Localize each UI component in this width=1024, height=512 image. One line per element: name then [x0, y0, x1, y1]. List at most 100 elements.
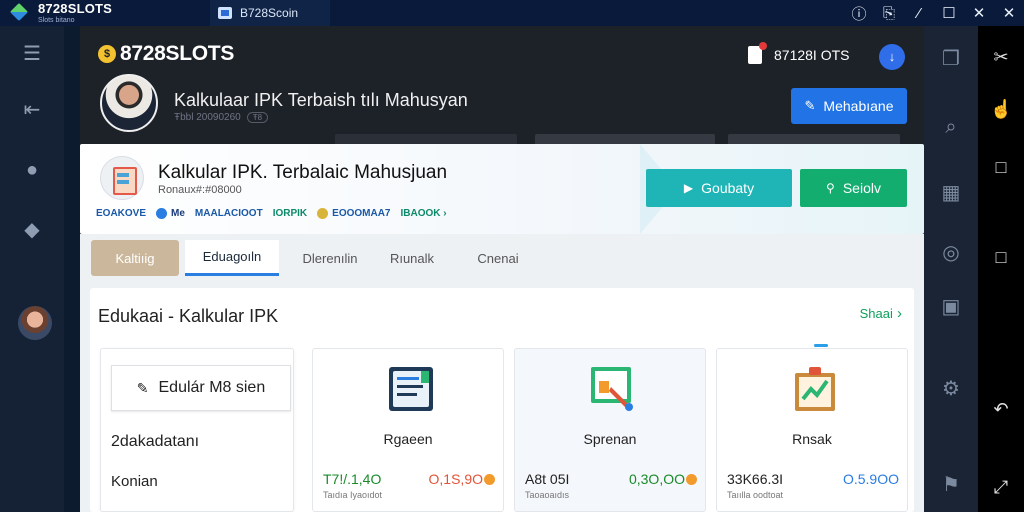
user-icon[interactable]: ● — [20, 158, 44, 182]
coin-dot-icon — [317, 208, 329, 219]
stat-card[interactable]: Sprenan A8t 05I 0,3O,OO Taoaoaıdıs — [514, 348, 706, 512]
card-value-right: O,1S,9O — [429, 471, 495, 487]
gift-icon[interactable]: ▣ — [938, 294, 964, 320]
badge-item[interactable]: IORPIK — [273, 208, 307, 219]
banner-subtitle: Ronaux#:#08000 — [158, 184, 242, 196]
search-button[interactable]: ⚲ Seiolv — [800, 169, 907, 207]
window-titlebar: 8728SLOTS Slots bitano B728Scoin ⓘ ⎘ ⁄ ☐… — [0, 0, 1024, 26]
sidebar-avatar[interactable] — [18, 306, 52, 340]
back-arrow-icon[interactable]: ↶ — [990, 398, 1012, 420]
left-panel-item[interactable]: Konian — [111, 473, 158, 490]
header-action-label: Mehabıane — [823, 98, 894, 114]
screenshot-icon[interactable]: ⎘ — [874, 5, 904, 22]
card-note: Taoaoaıdıs — [525, 490, 570, 500]
pen-icon[interactable]: ⁄ — [904, 5, 934, 22]
app-brand-name: 8728SLOTS — [120, 42, 235, 65]
card-value-left: A8t 05I — [525, 471, 570, 487]
badge-label: IORPIK — [272, 208, 308, 219]
search-person-icon[interactable]: ⌕ — [938, 114, 964, 140]
window-tab[interactable]: B728Scoin — [210, 0, 330, 26]
window-brand-name: 8728SLOTS — [38, 1, 113, 16]
education-section: Edukaai - Kalkular IPK Shaai ✎ Edulár M8… — [90, 288, 914, 512]
card-value-right: O.5.9OO — [842, 471, 899, 487]
page-banner: Kalkular IPK. Terbalaic Mahusjuan Ronaux… — [80, 144, 924, 234]
card-note: Taıılla oodtoat — [727, 490, 784, 500]
primary-action-label: Goubaty — [701, 180, 755, 196]
badge-label: MAALACIOOT — [194, 208, 263, 219]
left-sidebar: ☰ ⇤ ● ◆ — [0, 26, 64, 512]
window-brand-sub: Slots bitano — [38, 17, 75, 24]
profile-pill: Ŧ8 — [246, 112, 269, 123]
card-value-right-text: O,1S,9O — [428, 471, 483, 487]
app-brand[interactable]: $ 8728SLOTS — [98, 42, 234, 66]
banner-badges: EOAKOVE Me MAALACIOOT IORPIK EOOOMAA7 IB… — [96, 208, 457, 219]
info-icon[interactable]: ⓘ — [844, 3, 874, 24]
badge-item[interactable]: MAALACIOOT — [195, 208, 263, 219]
coin-icon: $ — [98, 45, 116, 63]
app-header: $ 8728SLOTS Kalkulaar IPK Terbaish tılı … — [80, 26, 924, 146]
header-action-button[interactable]: ✎ Mehabıane — [791, 88, 907, 124]
play-icon: ▶ — [683, 181, 694, 195]
card-value-right-text: 0,3O,OO — [628, 471, 685, 487]
badge-item[interactable]: EOAKOVE — [96, 208, 146, 219]
close-app-icon[interactable]: ✕ — [994, 4, 1024, 22]
card-name: Rgaeen — [383, 431, 433, 447]
touch-icon[interactable]: ☝ — [990, 98, 1012, 120]
card-name: Rnsak — [792, 431, 832, 447]
window-controls: ⓘ ⎘ ⁄ ☐ ✕ ✕ — [844, 0, 1024, 26]
notification-text: 87128I OTS — [774, 47, 850, 63]
main-content: Edukaai - Kalkular IPK Shaai ✎ Edulár M8… — [80, 280, 924, 512]
settings-icon[interactable]: ⚙ — [938, 376, 964, 402]
timer-icon[interactable]: ◎ — [938, 240, 964, 266]
tab-lainnya[interactable]: Cnenai — [465, 240, 531, 276]
search-button-label: Seiolv — [842, 180, 881, 196]
card-value-right: 0,3O,OO — [629, 471, 697, 487]
card-note: Taıdıa Iyaoıdot — [323, 490, 383, 500]
tab-kalkulator[interactable]: Kaltiıig — [91, 240, 179, 276]
left-panel-item[interactable]: 2dakadatanı — [111, 433, 199, 451]
help-icon[interactable]: ↓ — [879, 44, 905, 70]
fullscreen-icon[interactable]: ⤢ — [990, 476, 1012, 498]
profile-avatar[interactable] — [100, 74, 158, 132]
badge-item[interactable]: Me — [156, 208, 185, 219]
notification-icon — [748, 42, 767, 64]
menu-icon[interactable]: ☰ — [20, 42, 44, 66]
scissors-icon[interactable]: ✂ — [990, 46, 1012, 68]
back-icon[interactable]: ⇤ — [20, 98, 44, 122]
left-panel: ✎ Edulár M8 sien 2dakadatanı Konian — [100, 348, 294, 512]
growth-icon — [795, 367, 835, 411]
device-nav-bar: ✂ ☝ □ □ ↶ ⤢ — [978, 26, 1024, 512]
search-icon: ⚲ — [826, 181, 835, 195]
close-icon[interactable]: ✕ — [964, 4, 994, 22]
coin-icon — [686, 474, 697, 485]
tab-edukasi[interactable]: Eduagoıln — [185, 240, 279, 276]
coin-icon — [484, 474, 495, 485]
copy-icon[interactable]: ❐ — [938, 46, 964, 72]
info-dot-icon — [156, 208, 168, 219]
maximize-icon[interactable]: ☐ — [934, 4, 964, 22]
notification-area[interactable]: 87128I OTS — [748, 42, 850, 64]
tab-riwayat[interactable]: Rıunalk — [380, 240, 444, 276]
badge-item[interactable]: EOOOMAA7 — [317, 208, 391, 219]
stat-card[interactable]: Rgaeen T7!/.1,4O O,1S,9O Taıdıa Iyaoıdot — [312, 348, 504, 512]
badge-label: Me — [171, 208, 185, 219]
card-name: Sprenan — [583, 431, 637, 447]
window-tab-label: B728Scoin — [240, 6, 299, 20]
window-brand: 8728SLOTS Slots bitano — [38, 2, 112, 24]
section-title: Edukaai - Kalkular IPK — [98, 306, 279, 326]
tag-icon[interactable]: ◆ — [20, 218, 44, 242]
badge-item[interactable]: IBAOOK › — [401, 208, 447, 219]
calendar-icon[interactable]: ▦ — [938, 180, 964, 206]
profile-title: Kalkulaar IPK Terbaish tılı Mahusyan — [174, 90, 468, 110]
section-more-link[interactable]: Shaai — [860, 305, 902, 322]
edit-button[interactable]: ✎ Edulár M8 sien — [111, 365, 291, 411]
square-icon[interactable]: □ — [990, 156, 1012, 178]
primary-action-button[interactable]: ▶ Goubaty — [646, 169, 792, 207]
edit-button-label: Edulár M8 sien — [158, 379, 266, 396]
recent-apps-icon[interactable]: □ — [990, 246, 1012, 268]
pencil-icon: ✎ — [804, 98, 816, 113]
right-toolbar: ❐ ⌕ ▦ ◎ ▣ ⚙ ⚑ — [924, 26, 978, 512]
stat-card[interactable]: Rnsak 33K66.3I O.5.9OO Taıılla oodtoat — [716, 348, 908, 512]
flag-icon[interactable]: ⚑ — [938, 472, 964, 498]
tab-dokumen[interactable]: Dlerenılin — [290, 240, 370, 276]
